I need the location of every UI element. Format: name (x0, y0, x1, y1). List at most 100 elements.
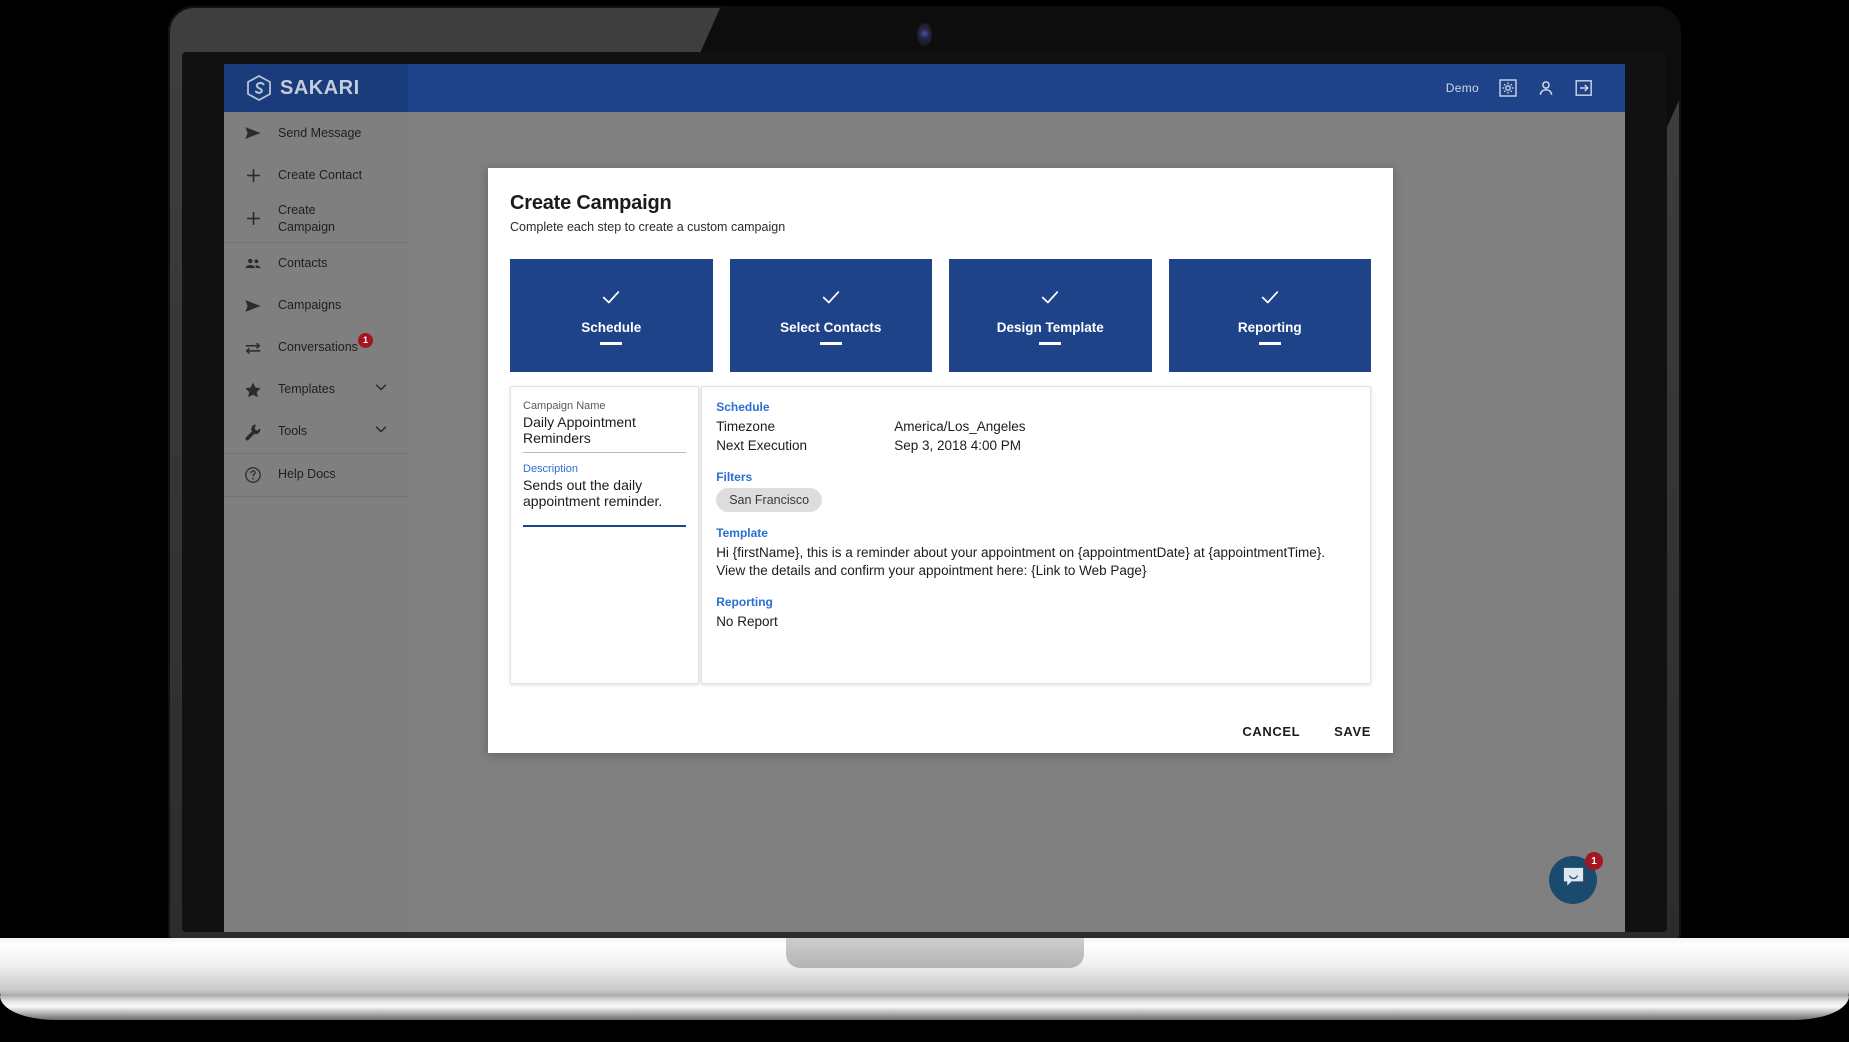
step-underline (820, 342, 842, 345)
step-label: Select Contacts (780, 320, 881, 335)
send-paper-plane-icon (240, 297, 266, 315)
brand-name: SAKARI (280, 77, 360, 100)
check-icon (1039, 286, 1061, 313)
chat-bubble-smile-icon (1561, 865, 1586, 895)
campaign-name-label: Campaign Name (523, 400, 686, 412)
step-underline (1039, 342, 1061, 345)
sidebar-item-label: Conversations (278, 339, 358, 356)
sidebar-item-send-message[interactable]: Send Message (224, 112, 408, 154)
laptop-device-frame: SAKARI Demo (0, 0, 1849, 1042)
summary-section-schedule: Schedule Timezone America/Los_Angeles Ne… (716, 400, 1356, 456)
step-label: Design Template (997, 320, 1104, 335)
modal-footer-actions: CANCEL SAVE (1242, 724, 1371, 739)
chevron-down-icon[interactable] (374, 380, 388, 399)
sidebar-item-conversations[interactable]: Conversations 1 (224, 327, 408, 369)
page-subtitle: Complete each step to create a custom ca… (510, 220, 1371, 234)
check-icon (1259, 286, 1281, 313)
app-topbar: SAKARI Demo (224, 64, 1625, 112)
sidebar-item-label: Contacts (278, 255, 327, 272)
sidebar-item-label: Create Contact (278, 167, 362, 184)
step-card-design-template[interactable]: Design Template (949, 259, 1152, 372)
step-underline (600, 342, 622, 345)
step-underline (1259, 342, 1281, 345)
sidebar-item-label: Tools (278, 423, 307, 440)
account-label: Demo (1446, 81, 1479, 95)
sidebar-group-create: Send Message Create Contact (224, 112, 408, 243)
summary-section-template: Template Hi {firstName}, this is a remin… (716, 526, 1356, 581)
page-title: Create Campaign (510, 192, 1371, 215)
filters-section-title: Filters (716, 470, 1356, 484)
summary-section-filters: Filters San Francisco (716, 470, 1356, 512)
campaign-form-panel: Campaign Name Daily Appointment Reminder… (510, 386, 699, 684)
next-execution-label: Next Execution (716, 437, 894, 456)
campaign-detail-panels: Campaign Name Daily Appointment Reminder… (488, 372, 1393, 684)
step-label: Schedule (581, 320, 641, 335)
summary-row: Timezone America/Los_Angeles (716, 418, 1356, 437)
star-icon (240, 381, 266, 399)
reporting-section-title: Reporting (716, 595, 1356, 609)
sidebar-item-label: Templates (278, 381, 335, 398)
question-circle-icon (240, 466, 266, 484)
filter-chip-san-francisco[interactable]: San Francisco (716, 488, 822, 512)
step-card-select-contacts[interactable]: Select Contacts (730, 259, 933, 372)
create-campaign-modal: Create Campaign Complete each step to cr… (488, 168, 1393, 753)
step-card-reporting[interactable]: Reporting (1169, 259, 1372, 372)
timezone-value: America/Los_Angeles (894, 418, 1356, 437)
template-body-text: Hi {firstName}, this is a reminder about… (716, 544, 1356, 581)
schedule-section-title: Schedule (716, 400, 1356, 414)
sidebar-item-label: Campaigns (278, 297, 341, 314)
summary-section-reporting: Reporting No Report (716, 595, 1356, 632)
plus-icon (240, 167, 266, 184)
settings-gear-icon[interactable] (1499, 79, 1517, 97)
sakari-hex-logo-icon (246, 75, 272, 101)
wrench-icon (240, 423, 266, 441)
description-input[interactable]: Sends out the daily appointment reminder… (523, 477, 686, 527)
sidebar-group-main: Contacts Campaigns (224, 243, 408, 454)
topbar-actions: Demo (1446, 79, 1625, 97)
template-section-title: Template (716, 526, 1356, 540)
app-viewport: SAKARI Demo (224, 64, 1625, 932)
save-button[interactable]: SAVE (1334, 724, 1371, 739)
send-paper-plane-icon (240, 124, 266, 142)
timezone-label: Timezone (716, 418, 894, 437)
modal-header: Create Campaign Complete each step to cr… (488, 168, 1393, 234)
campaign-summary-panel: Schedule Timezone America/Los_Angeles Ne… (701, 386, 1371, 684)
step-card-schedule[interactable]: Schedule (510, 259, 713, 372)
check-icon (600, 286, 622, 313)
sidebar-group-help: Help Docs (224, 454, 408, 497)
summary-row: Next Execution Sep 3, 2018 4:00 PM (716, 437, 1356, 456)
description-field-group: Description Sends out the daily appointm… (523, 463, 686, 527)
sidebar-item-label: Help Docs (278, 466, 336, 483)
people-group-icon (240, 255, 266, 273)
plus-icon (240, 210, 266, 227)
sidebar-item-templates[interactable]: Templates (224, 369, 408, 411)
brand-logo[interactable]: SAKARI (224, 64, 408, 112)
reporting-value: No Report (716, 613, 1356, 632)
campaign-steps: Schedule Select Contacts (488, 234, 1393, 372)
sidebar-item-label: Create Campaign (278, 202, 356, 236)
laptop-base-notch (786, 938, 1084, 968)
sidebar-item-create-campaign[interactable]: Create Campaign (224, 196, 408, 242)
cancel-button[interactable]: CANCEL (1242, 724, 1300, 739)
sidebar-item-help-docs[interactable]: Help Docs (224, 454, 408, 496)
sidebar-item-tools[interactable]: Tools (224, 411, 408, 453)
next-execution-value: Sep 3, 2018 4:00 PM (894, 437, 1356, 456)
chevron-down-icon[interactable] (374, 422, 388, 441)
sidebar-item-campaigns[interactable]: Campaigns (224, 285, 408, 327)
webcam-icon (919, 25, 930, 44)
logout-icon[interactable] (1575, 79, 1593, 97)
step-label: Reporting (1238, 320, 1302, 335)
campaign-name-input[interactable]: Daily Appointment Reminders (523, 414, 686, 453)
sidebar-item-label: Send Message (278, 125, 361, 142)
sidebar-item-contacts[interactable]: Contacts (224, 243, 408, 285)
conversation-arrows-icon (240, 339, 266, 357)
description-label: Description (523, 463, 686, 475)
user-profile-icon[interactable] (1537, 79, 1555, 97)
laptop-base-edge (0, 996, 1849, 1020)
sidebar-item-create-contact[interactable]: Create Contact (224, 154, 408, 196)
chat-unread-badge: 1 (1585, 852, 1603, 870)
check-icon (820, 286, 842, 313)
campaign-name-field-group: Campaign Name Daily Appointment Reminder… (523, 400, 686, 453)
sidebar-nav: Send Message Create Contact (224, 112, 408, 932)
conversations-unread-badge: 1 (358, 333, 373, 348)
